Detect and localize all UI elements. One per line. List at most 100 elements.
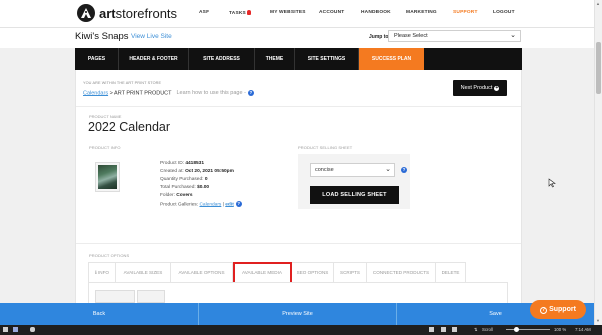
- created-at-value: Oct 20, 2021 05:50pm: [185, 169, 234, 174]
- info-icon: ℹ: [94, 270, 97, 275]
- chevron-down-icon: ⌄: [510, 32, 516, 39]
- scroll-label: Scroll: [482, 327, 493, 332]
- product-info-label: PRODUCT INFO: [89, 145, 121, 150]
- tray-icon[interactable]: [429, 327, 434, 332]
- support-label: Support: [549, 306, 576, 313]
- tab-header-footer[interactable]: HEADER & FOOTER: [119, 48, 189, 70]
- tab-info-label: INFO: [98, 270, 109, 275]
- next-product-label: Next Product: [460, 85, 493, 91]
- tab-available-options[interactable]: AVAILABLE OPTIONS: [171, 262, 233, 282]
- support-icon: ?: [540, 307, 548, 314]
- tray-icon[interactable]: [452, 327, 457, 332]
- brand-name-bold: art: [99, 6, 116, 21]
- product-id-key: Product ID:: [160, 161, 184, 166]
- breadcrumb-link-calendars[interactable]: Calendars: [83, 90, 108, 96]
- selling-sheet-label: PRODUCT SELLING SHEET: [298, 145, 353, 150]
- load-selling-sheet-button[interactable]: LOAD SELLING SHEET: [310, 186, 399, 204]
- galleries-link[interactable]: Calendars: [199, 202, 221, 207]
- nav-my-websites[interactable]: MY WEBSITES: [270, 10, 306, 15]
- bell-icon: [246, 10, 251, 15]
- folder-key: Folder:: [160, 193, 175, 198]
- store-note: YOU ARE WITHIN THE ART PRINT STORE: [83, 81, 162, 85]
- tab-seo-options[interactable]: SEO OPTIONS: [292, 262, 334, 282]
- taskbar: [0, 325, 602, 335]
- jump-to-label: Jump to:: [369, 34, 391, 40]
- nav-asf[interactable]: ASF: [199, 10, 209, 15]
- jump-to-value: Please Select: [394, 33, 428, 39]
- selling-sheet-value: concise: [315, 167, 334, 173]
- galleries-line: Product Galleries: Calendars | edit?: [160, 201, 242, 207]
- divider: [76, 106, 521, 107]
- created-at-key: Created at:: [160, 169, 184, 174]
- help-icon[interactable]: ?: [247, 90, 254, 96]
- nav-logout[interactable]: LOGOUT: [493, 10, 515, 15]
- help-icon[interactable]: ?: [401, 167, 407, 173]
- scroll-thumb[interactable]: [596, 42, 601, 94]
- cloud-icon[interactable]: [30, 327, 35, 332]
- selling-sheet-select[interactable]: concise ⌄: [310, 163, 395, 177]
- product-options-label: PRODUCT OPTIONS: [89, 253, 130, 258]
- tab-available-sizes[interactable]: AVAILABLE SIZES: [116, 262, 171, 282]
- tab-info[interactable]: ℹ INFO: [88, 262, 116, 282]
- created-at-line: Created at: Oct 20, 2021 05:50pm: [160, 169, 234, 174]
- total-key: Total Purchased:: [160, 185, 196, 190]
- scroll-down-icon[interactable]: ▼: [595, 318, 601, 324]
- zoom-slider[interactable]: [506, 329, 550, 330]
- tab-pages[interactable]: PAGES: [75, 48, 119, 70]
- total-value: $0.00: [197, 185, 210, 190]
- product-id-value: 4418531: [185, 161, 205, 166]
- nav-handbook[interactable]: HANDBOOK: [361, 10, 391, 15]
- quantity-line: Quantity Purchased: 0: [160, 177, 207, 182]
- clock: 7:14 AM: [575, 327, 591, 332]
- zoom-level: 100 %: [554, 327, 567, 332]
- tab-delete[interactable]: DELETE: [436, 262, 466, 282]
- tab-connected-products[interactable]: CONNECTED PRODUCTS: [367, 262, 436, 282]
- nav-account[interactable]: ACCOUNT: [319, 10, 344, 15]
- support-button[interactable]: ? Support: [530, 300, 586, 319]
- tray-arrows-icon[interactable]: ⇅: [474, 326, 478, 334]
- nav-tasks[interactable]: TASKS: [229, 10, 251, 16]
- view-live-site-link[interactable]: View Live Site: [131, 33, 172, 40]
- product-name-label: PRODUCT NAME: [89, 114, 122, 119]
- product-thumbnail-image: [98, 165, 117, 189]
- help-icon[interactable]: ?: [235, 201, 242, 207]
- divider: [76, 243, 521, 244]
- quantity-key: Quantity Purchased:: [160, 177, 204, 182]
- preview-site-button[interactable]: Preview Site: [199, 303, 396, 325]
- chevron-down-icon: ⌄: [385, 166, 391, 173]
- product-name: 2022 Calendar: [88, 120, 171, 134]
- tab-theme[interactable]: THEME: [255, 48, 295, 70]
- jump-to-select[interactable]: Please Select ⌄: [388, 30, 521, 42]
- taskview-icon[interactable]: [13, 327, 18, 332]
- brand-name[interactable]: artstorefronts: [99, 6, 177, 21]
- folder-value: Covers: [176, 193, 193, 198]
- nav-marketing[interactable]: MARKETING: [406, 10, 437, 15]
- logo-icon[interactable]: [77, 4, 95, 22]
- nav-support[interactable]: SUPPORT: [453, 10, 478, 15]
- nav-tasks-label: TASKS: [229, 11, 246, 16]
- start-icon[interactable]: [3, 327, 8, 332]
- tab-site-address[interactable]: SITE ADDRESS: [189, 48, 255, 70]
- breadcrumb-current: ART PRINT PRODUCT: [114, 90, 172, 97]
- product-id-line: Product ID: 4418531: [160, 161, 204, 166]
- total-line: Total Purchased: $0.00: [160, 185, 209, 190]
- tab-site-settings[interactable]: SITE SETTINGS: [295, 48, 359, 70]
- galleries-key: Product Galleries:: [160, 202, 199, 208]
- brand-name-rest: storefronts: [115, 6, 178, 21]
- scroll-up-icon[interactable]: ▲: [595, 1, 601, 7]
- zoom-slider-knob[interactable]: [514, 327, 519, 332]
- tab-scripts[interactable]: SCRIPTS: [334, 262, 367, 282]
- plus-circle-icon: +: [494, 85, 500, 91]
- tray-icon[interactable]: [441, 327, 446, 332]
- site-title: Kiwi's Snaps: [75, 31, 129, 42]
- cursor-icon: [548, 178, 556, 188]
- panel-chip: [95, 290, 135, 303]
- back-button[interactable]: Back: [0, 303, 198, 325]
- edit-galleries-link[interactable]: edit: [225, 202, 234, 207]
- breadcrumb: Calendars > ART PRINT PRODUCT Learn how t…: [83, 90, 254, 96]
- quantity-value: 0: [204, 177, 208, 182]
- folder-line: Folder: Covers: [160, 193, 193, 198]
- help-link[interactable]: Learn how to use this page -: [177, 90, 246, 96]
- next-product-button[interactable]: Next Product +: [453, 80, 507, 96]
- tab-success-plan[interactable]: SUCCESS PLAN: [359, 48, 424, 70]
